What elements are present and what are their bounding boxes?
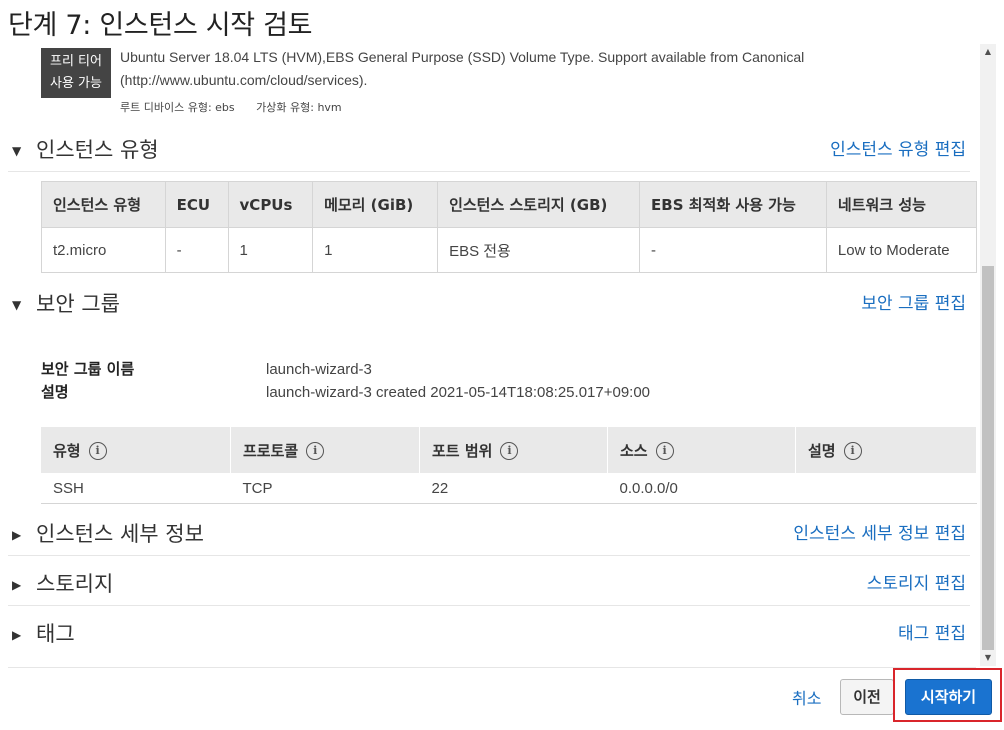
vertical-scrollbar[interactable]: ▲ ▼ — [980, 44, 996, 666]
table-cell: SSH — [41, 473, 231, 504]
table-row: t2.micro - 1 1 EBS 전용 - Low to Moderate — [41, 227, 978, 273]
table-cell: t2.micro — [41, 227, 166, 273]
scroll-up-icon[interactable]: ▲ — [980, 44, 996, 60]
collapsed-caret-icon[interactable]: ▶ — [12, 525, 21, 545]
table-cell: 0.0.0.0/0 — [607, 473, 796, 504]
section-storage: ▶ 스토리지 스토리지 편집 — [8, 565, 970, 606]
edit-tags-link[interactable]: 태그 편집 — [898, 621, 966, 647]
edit-instance-type-link[interactable]: 인스턴스 유형 편집 — [830, 137, 966, 163]
collapsed-caret-icon[interactable]: ▶ — [12, 575, 21, 595]
previous-button[interactable]: 이전 — [840, 679, 894, 715]
table-header-row: 유형 i 프로토콜 i 포트 범위 i 소스 i 설명 i — [41, 427, 977, 473]
section-instance-details: ▶ 인스턴스 세부 정보 인스턴스 세부 정보 편집 — [8, 515, 970, 556]
security-group-desc-label: 설명 — [41, 383, 69, 401]
table-header-row: 인스턴스 유형 ECU vCPUs 메모리 (GiB) 인스턴스 스토리지 (G… — [41, 181, 978, 228]
info-icon[interactable]: i — [500, 442, 519, 460]
table-cell: 22 — [419, 473, 608, 504]
edit-security-group-link[interactable]: 보안 그룹 편집 — [861, 291, 966, 317]
column-header-label: 포트 범위 — [432, 441, 493, 460]
column-header: 인스턴스 스토리지 (GB) — [437, 181, 641, 228]
edit-storage-link[interactable]: 스토리지 편집 — [867, 571, 966, 597]
section-title-storage[interactable]: 스토리지 — [36, 569, 113, 599]
column-header: 인스턴스 유형 — [41, 181, 166, 228]
table-cell — [795, 473, 977, 504]
column-header: 네트워크 성능 — [825, 181, 978, 228]
expanded-caret-icon[interactable]: ▼ — [12, 295, 21, 315]
ami-description: Ubuntu Server 18.04 LTS (HVM),EBS Genera… — [120, 46, 804, 92]
security-group-desc-value: launch-wizard-3 created 2021-05-14T18:08… — [266, 384, 651, 401]
section-instance-type: ▼ 인스턴스 유형 인스턴스 유형 편집 — [8, 131, 970, 172]
security-group-name-label: 보안 그룹 이름 — [41, 360, 135, 378]
section-title-instance-details[interactable]: 인스턴스 세부 정보 — [36, 519, 204, 549]
column-header: 메모리 (GiB) — [312, 181, 439, 228]
ami-meta: 루트 디바이스 유형: ebs 가상화 유형: hvm — [120, 99, 360, 115]
virtualization-type: 가상화 유형: hvm — [256, 101, 342, 114]
expanded-caret-icon[interactable]: ▼ — [12, 141, 21, 161]
table-cell: 1 — [227, 227, 314, 273]
instance-type-table: 인스턴스 유형 ECU vCPUs 메모리 (GiB) 인스턴스 스토리지 (G… — [41, 181, 978, 273]
section-title-instance-type[interactable]: 인스턴스 유형 — [36, 135, 159, 165]
review-scroll-area[interactable]: 프리 티어 사용 가능 Ubuntu Server 18.04 LTS (HVM… — [8, 44, 978, 666]
root-device-type: 루트 디바이스 유형: ebs — [120, 101, 235, 114]
section-title-tags[interactable]: 태그 — [36, 619, 75, 649]
collapsed-caret-icon[interactable]: ▶ — [12, 625, 21, 645]
section-tags: ▶ 태그 태그 편집 — [8, 615, 970, 655]
column-header: 설명 i — [795, 427, 977, 473]
free-tier-badge: 프리 티어 사용 가능 — [41, 48, 111, 98]
ami-description-line1: Ubuntu Server 18.04 LTS (HVM),EBS Genera… — [120, 49, 805, 65]
footer-divider — [8, 667, 976, 668]
cancel-link[interactable]: 취소 — [792, 685, 821, 709]
column-header: 포트 범위 i — [419, 427, 608, 473]
info-icon[interactable]: i — [843, 442, 862, 460]
table-cell: TCP — [230, 473, 420, 504]
info-icon[interactable]: i — [655, 442, 674, 460]
column-header: ECU — [164, 181, 229, 228]
security-group-name-value: launch-wizard-3 — [266, 361, 372, 378]
column-header-label: 유형 — [53, 441, 81, 460]
edit-instance-details-link[interactable]: 인스턴스 세부 정보 편집 — [793, 521, 966, 547]
ami-description-line2: (http://www.ubuntu.com/cloud/services). — [120, 72, 368, 88]
scroll-down-icon[interactable]: ▼ — [980, 650, 996, 666]
table-cell: - — [164, 227, 229, 273]
security-group-rules-table: 유형 i 프로토콜 i 포트 범위 i 소스 i 설명 i SSH TCP 22 0.0.… — [41, 427, 977, 504]
table-cell: Low to Moderate — [825, 227, 978, 273]
table-row: SSH TCP 22 0.0.0.0/0 — [41, 473, 977, 504]
column-header: 프로토콜 i — [230, 427, 420, 473]
column-header: 유형 i — [41, 427, 231, 473]
column-header-label: 프로토콜 — [243, 441, 299, 460]
info-icon[interactable]: i — [306, 442, 325, 460]
table-cell: EBS 전용 — [437, 227, 641, 273]
section-title-security-group[interactable]: 보안 그룹 — [36, 289, 120, 319]
info-icon[interactable]: i — [88, 442, 107, 460]
column-header-label: 소스 — [620, 441, 648, 460]
table-cell: - — [639, 227, 827, 273]
table-cell: 1 — [312, 227, 439, 273]
free-tier-badge-line1: 프리 티어 — [50, 54, 102, 69]
column-header: 소스 i — [607, 427, 796, 473]
section-security-group: ▼ 보안 그룹 보안 그룹 편집 — [8, 285, 970, 325]
column-header-label: 설명 — [808, 441, 836, 460]
column-header: EBS 최적화 사용 가능 — [639, 181, 827, 228]
launch-button[interactable]: 시작하기 — [905, 679, 992, 715]
free-tier-badge-line2: 사용 가능 — [50, 76, 102, 91]
scrollbar-thumb[interactable] — [982, 266, 994, 650]
column-header: vCPUs — [227, 181, 314, 228]
page-title: 단계 7: 인스턴스 시작 검토 — [8, 10, 313, 41]
